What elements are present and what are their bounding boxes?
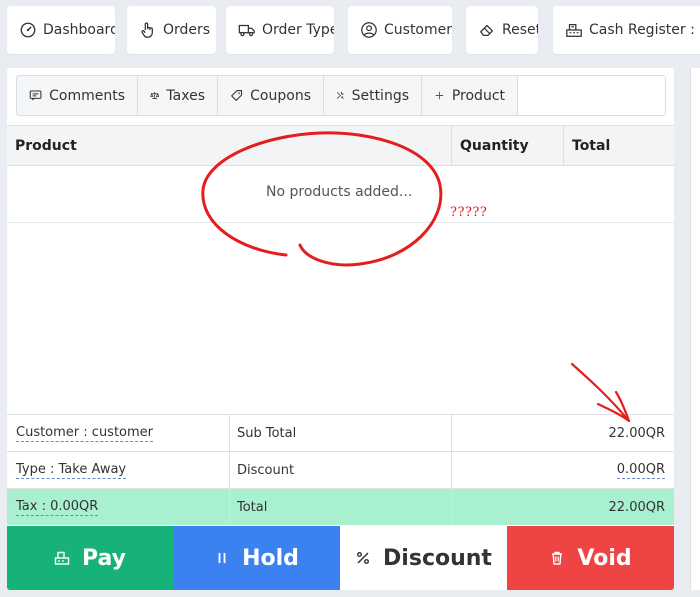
void-button[interactable]: Void [507,526,674,590]
nav-customers-button[interactable]: Customers [348,6,452,54]
side-panel-edge [690,68,700,590]
summary-row-subtotal: Customer : customer Sub Total 22.00QR [7,414,674,451]
comment-icon [29,90,42,101]
order-type-selector[interactable]: Type : Take Away [16,452,127,488]
trash-icon [552,551,563,565]
nav-orders-button[interactable]: Orders [127,6,216,54]
nav-cash-register-button[interactable]: Cash Register : reg [553,6,700,54]
summary-row-total: Tax : 0.00QR Total 22.00QR [7,488,674,525]
pointer-hand-icon [141,22,153,38]
cash-register-icon [566,23,582,37]
comments-button[interactable]: Comments [17,76,138,115]
customer-label: Customer : customer [16,424,154,442]
dashboard-icon [20,22,36,38]
nav-reset-button[interactable]: Reset [466,6,538,54]
discount-value-editor[interactable]: 0.00QR [616,452,665,488]
customer-selector[interactable]: Customer : customer [16,415,154,451]
comments-label: Comments [49,87,125,104]
add-product-button[interactable]: Product [422,76,518,115]
summary-divider [451,452,452,488]
product-search-input[interactable] [518,76,665,115]
header-product: Product [15,138,77,154]
empty-products-row: No products added... [7,166,674,223]
discount-label: Discount [383,545,492,571]
coupons-label: Coupons [250,87,311,104]
summary-divider [229,415,230,451]
order-panel: Comments Taxes Coupons Settings Product … [7,68,674,590]
void-label: Void [577,545,632,571]
tax-label: Tax : 0.00QR [16,498,99,516]
settings-button[interactable]: Settings [324,76,422,115]
tag-icon [231,90,243,101]
summary-divider [451,489,452,525]
hold-button[interactable]: Hold [173,526,340,590]
total-value: 22.00QR [608,499,665,515]
cash-register-icon [54,551,70,565]
taxes-label: Taxes [166,87,205,104]
scale-icon [150,91,160,99]
nav-order-type-label: Order Type [262,22,334,38]
taxes-button[interactable]: Taxes [138,76,218,115]
discount-button[interactable]: Discount [340,526,507,590]
header-quantity: Quantity [460,138,529,154]
discount-label: Discount [237,462,295,478]
nav-order-type-button[interactable]: Order Type [226,6,334,54]
top-navigation: Dashboard Orders Order Type Customers Re… [0,0,700,62]
percent-icon [357,552,370,564]
nav-reset-label: Reset [502,22,538,38]
tools-icon [336,91,344,99]
plus-icon [435,91,444,100]
eraser-icon [480,24,494,37]
nav-dashboard-button[interactable]: Dashboard [7,6,115,54]
summary-divider [229,452,230,488]
empty-products-text: No products added... [266,184,413,200]
discount-value: 0.00QR [616,461,665,479]
subtotal-value: 22.00QR [608,425,665,441]
product-table-header: Product Quantity Total [7,125,674,166]
truck-icon [238,24,255,37]
add-product-label: Product [451,87,505,104]
user-circle-icon [361,22,377,38]
tax-selector[interactable]: Tax : 0.00QR [16,489,99,525]
header-total: Total [572,138,611,154]
pause-icon [218,553,226,563]
order-toolbar: Comments Taxes Coupons Settings Product [16,75,666,116]
order-type-label: Type : Take Away [16,461,127,479]
summary-row-discount: Type : Take Away Discount 0.00QR [7,451,674,488]
nav-customers-label: Customers [384,22,452,38]
annotation-question-marks: ????? [450,205,488,220]
coupons-button[interactable]: Coupons [218,76,324,115]
pay-button[interactable]: Pay [7,526,173,590]
nav-cash-register-label: Cash Register : reg [589,22,700,38]
summary-divider [451,415,452,451]
order-actions: Pay Hold Discount Void [7,526,674,590]
nav-orders-label: Orders [163,22,211,38]
hold-label: Hold [242,545,299,571]
summary-divider [229,489,230,525]
nav-dashboard-label: Dashboard [43,22,115,38]
total-label: Total [237,499,268,515]
settings-label: Settings [351,87,409,104]
order-summary: Customer : customer Sub Total 22.00QR Ty… [7,414,674,525]
subtotal-label: Sub Total [237,425,297,441]
pay-label: Pay [81,545,127,571]
